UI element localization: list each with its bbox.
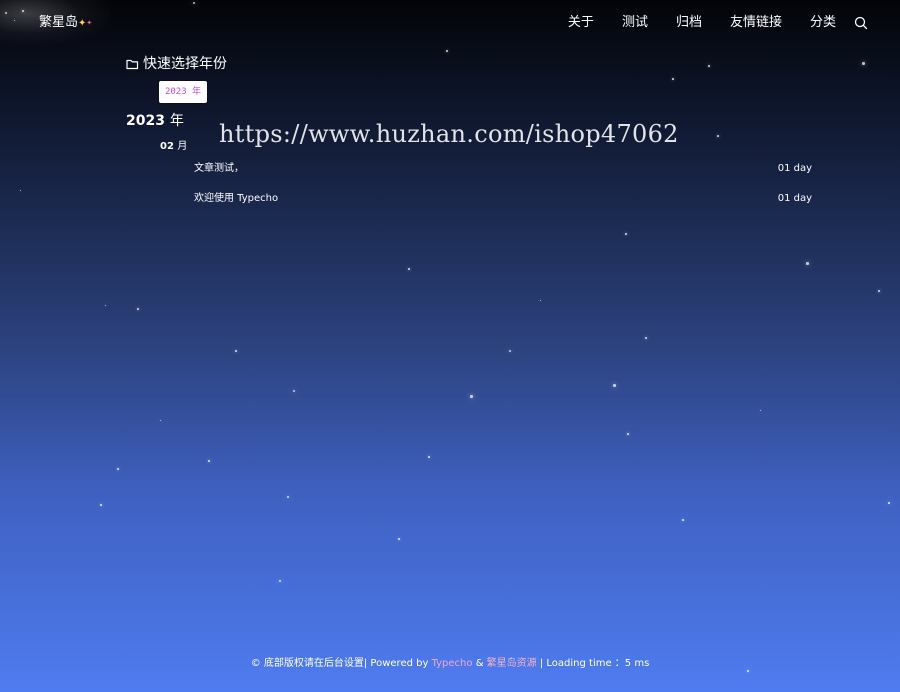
star (137, 308, 139, 310)
archive-month: 02 月 (160, 140, 187, 154)
footer-loading-time: | Loading time ：5 ms (536, 658, 650, 669)
star (428, 456, 430, 458)
star (470, 395, 473, 398)
star (717, 135, 719, 137)
star (540, 300, 541, 301)
post-title-link[interactable]: 文章测试， (194, 162, 244, 176)
star (878, 290, 880, 292)
star (627, 433, 629, 435)
star (293, 390, 295, 392)
star (708, 65, 710, 67)
brand-name: 繁星岛 (39, 15, 79, 30)
sparkle-small-icon: ✦ (86, 19, 93, 27)
footer-site-link[interactable]: 繁星岛资源 (487, 658, 537, 669)
nav-item-archive[interactable]: 归档 (676, 14, 702, 32)
footer-typecho-link[interactable]: Typecho (432, 658, 473, 669)
star (5, 12, 7, 14)
star (613, 384, 616, 387)
site-brand[interactable]: 繁星岛✦✦ (39, 14, 92, 33)
archive-month-unit: 月 (177, 141, 188, 152)
search-icon[interactable] (854, 16, 868, 30)
nav-item-categories[interactable]: 分类 (810, 14, 836, 32)
footer-amp: & (472, 658, 487, 669)
star (279, 580, 281, 582)
star (117, 468, 119, 470)
star (287, 496, 289, 498)
year-selector-heading: 快速选择年份 (126, 55, 227, 73)
star (509, 350, 511, 352)
list-item: 文章测试， 01 day (194, 162, 812, 176)
star (672, 78, 674, 80)
star (100, 504, 102, 506)
archive-year: 2023 年 (126, 112, 184, 130)
archive-year-unit: 年 (169, 113, 184, 129)
archive-year-number: 2023 (126, 113, 165, 129)
star (446, 50, 448, 52)
star (888, 502, 890, 504)
archive-month-number: 02 (160, 141, 174, 152)
post-title-link[interactable]: 欢迎使用 Typecho (194, 192, 278, 206)
star (193, 2, 195, 4)
star (625, 233, 627, 235)
folder-icon (126, 59, 139, 70)
star (22, 10, 24, 12)
star (105, 305, 106, 306)
site-footer: © 底部版权请在后台设置| Powered by Typecho & 繁星岛资源… (0, 657, 900, 671)
nav-item-about[interactable]: 关于 (568, 14, 594, 32)
star (160, 420, 161, 421)
footer-copyright: © 底部版权请在后台设置| Powered by (250, 658, 432, 669)
star (408, 268, 410, 270)
star (760, 410, 761, 411)
nav-item-test[interactable]: 测试 (622, 14, 648, 32)
star (862, 62, 865, 65)
list-item: 欢迎使用 Typecho 01 day (194, 192, 812, 206)
nav-item-links[interactable]: 友情链接 (730, 14, 782, 32)
post-age: 01 day (777, 193, 812, 204)
year-selector-label: 快速选择年份 (143, 56, 227, 72)
post-age: 01 day (777, 163, 812, 174)
year-chip-2023[interactable]: 2023 年 (159, 81, 207, 103)
star (682, 519, 684, 521)
star (806, 262, 809, 265)
star (645, 337, 647, 339)
star (235, 350, 237, 352)
star (398, 538, 400, 540)
main-nav: 关于 测试 归档 友情链接 分类 (540, 14, 868, 32)
star (20, 190, 21, 191)
star (208, 460, 210, 462)
watermark-text: https://www.huzhan.com/ishop47062 (219, 120, 679, 148)
